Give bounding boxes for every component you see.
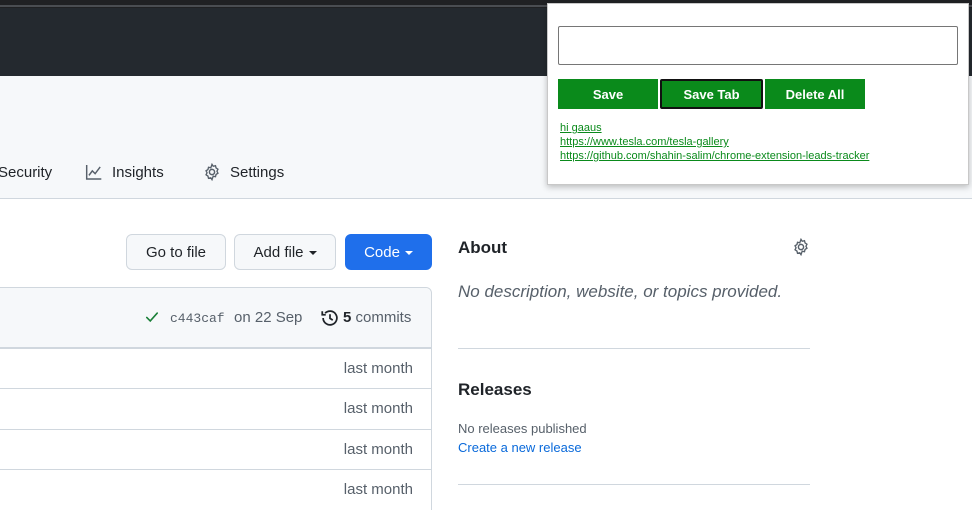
file-row[interactable]: last month bbox=[0, 429, 431, 469]
check-icon bbox=[145, 312, 159, 323]
lead-link[interactable]: https://www.tesla.com/tesla-gallery bbox=[560, 136, 729, 148]
tab-insights[interactable]: Insights bbox=[85, 160, 164, 184]
graph-icon bbox=[85, 164, 102, 180]
create-release-link[interactable]: Create a new release bbox=[458, 440, 582, 455]
commit-count: 5 bbox=[343, 309, 352, 326]
lead-link[interactable]: hi gaaus bbox=[560, 122, 602, 134]
list-item: hi gaaus bbox=[560, 121, 869, 135]
code-label: Code bbox=[364, 243, 400, 261]
releases-title: Releases bbox=[458, 380, 532, 399]
file-row[interactable]: last month bbox=[0, 469, 431, 509]
list-item: https://www.tesla.com/tesla-gallery bbox=[560, 135, 869, 149]
file-updated: last month bbox=[343, 441, 413, 458]
divider bbox=[458, 348, 810, 349]
save-tab-button[interactable]: Save Tab bbox=[660, 79, 763, 109]
file-row[interactable]: last month bbox=[0, 388, 431, 428]
add-file-label: Add file bbox=[253, 243, 304, 261]
caret-down-icon bbox=[308, 251, 317, 255]
save-button[interactable]: Save bbox=[558, 79, 658, 109]
list-item: https://github.com/shahin-salim/chrome-e… bbox=[560, 149, 869, 163]
file-updated: last month bbox=[343, 400, 413, 417]
commit-sha-link[interactable]: c443caf bbox=[170, 311, 225, 326]
commit-date: on 22 Sep bbox=[234, 309, 303, 326]
commit-count-label: commits bbox=[355, 309, 412, 326]
gear-icon bbox=[205, 163, 219, 181]
gear-icon[interactable] bbox=[792, 238, 810, 256]
tab-settings[interactable]: Settings bbox=[203, 160, 284, 184]
go-to-file-button[interactable]: Go to file bbox=[126, 234, 226, 270]
delete-all-button[interactable]: Delete All bbox=[765, 79, 865, 109]
tab-settings-label: Settings bbox=[230, 163, 285, 181]
tab-security[interactable]: Security bbox=[0, 160, 52, 184]
leads-list: hi gaaus https://www.tesla.com/tesla-gal… bbox=[560, 121, 869, 163]
file-updated: last month bbox=[343, 481, 413, 498]
caret-down-icon bbox=[404, 251, 413, 255]
history-icon bbox=[321, 310, 338, 326]
lead-link[interactable]: https://github.com/shahin-salim/chrome-e… bbox=[560, 150, 869, 162]
add-file-button[interactable]: Add file bbox=[234, 234, 336, 270]
no-releases-text: No releases published bbox=[458, 421, 587, 436]
lead-input[interactable] bbox=[558, 26, 958, 65]
file-updated: last month bbox=[343, 360, 413, 377]
code-button[interactable]: Code bbox=[345, 234, 432, 270]
about-title: About bbox=[458, 238, 508, 257]
file-row[interactable]: last month bbox=[0, 348, 431, 388]
leads-tracker-popup: Save Save Tab Delete All hi gaaus https:… bbox=[547, 3, 969, 185]
about-description: No description, website, or topics provi… bbox=[458, 282, 783, 301]
tab-insights-label: Insights bbox=[112, 163, 164, 181]
divider bbox=[458, 484, 810, 485]
tab-security-label: Security bbox=[0, 163, 53, 181]
go-to-file-label: Go to file bbox=[145, 243, 207, 261]
commits-link[interactable]: 5 commits bbox=[343, 309, 411, 326]
